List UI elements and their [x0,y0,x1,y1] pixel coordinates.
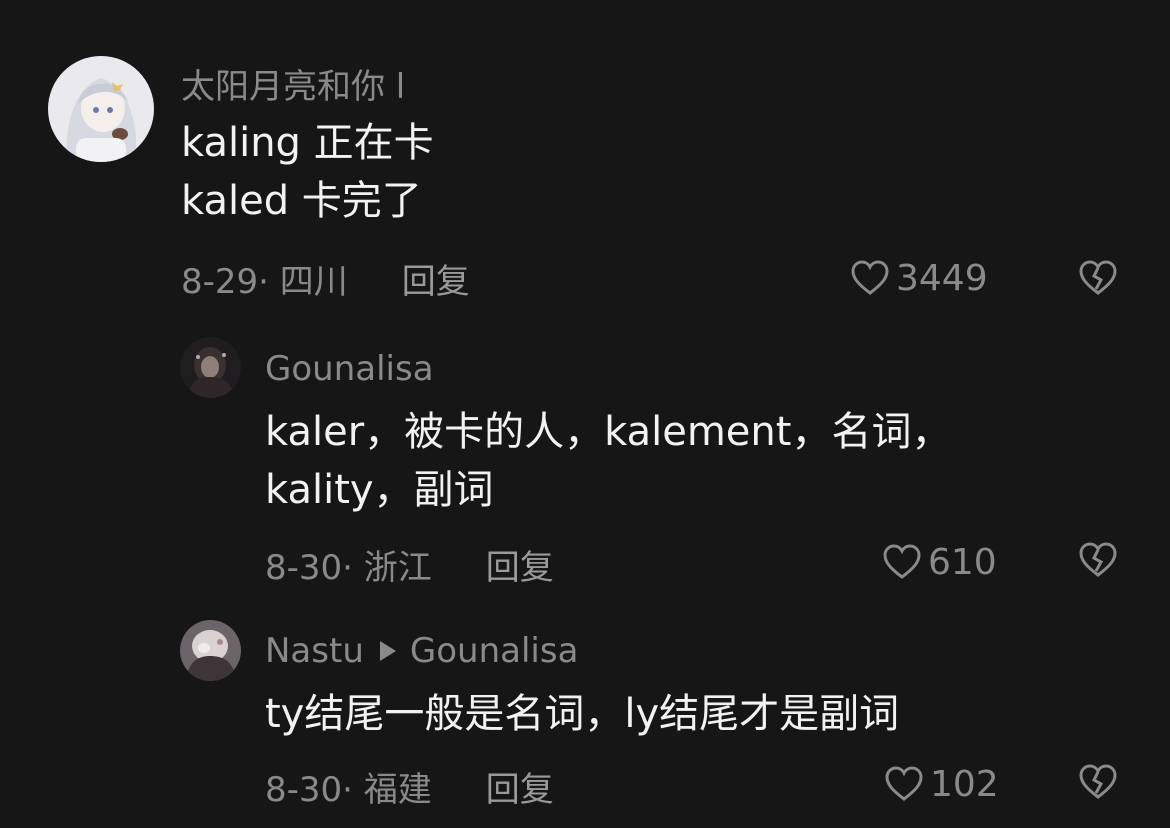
avatar-image [48,56,154,162]
comment-line: ty结尾一般是名词，ly结尾才是副词 [265,691,900,737]
like-count: 3449 [896,257,988,299]
date-location: 8-29· 四川 [181,261,348,302]
like-button[interactable]: 3449 [850,256,988,300]
username-text[interactable]: Gounalisa [265,349,434,389]
like-button[interactable]: 610 [882,540,997,584]
like-count: 610 [928,541,997,583]
username[interactable]: Nastu Gounalisa [265,628,578,674]
comment-meta: 8-29· 四川 回复 [181,254,470,303]
broken-heart-icon [1079,260,1117,295]
like-count: 102 [930,763,999,805]
reply-to-username[interactable]: Gounalisa [410,631,579,671]
dislike-button[interactable] [1078,259,1118,297]
reply-button[interactable]: 回复 [486,762,554,811]
date-location: 8-30· 浙江 [265,547,432,588]
comment-meta: 8-30· 福建 回复 [265,762,554,811]
heart-outline-icon [885,766,923,801]
avatar[interactable] [180,620,241,681]
reply-button[interactable]: 回复 [486,540,554,589]
username[interactable]: 太阳月亮和你 l [181,59,405,108]
username-text[interactable]: Nastu [265,631,364,671]
reply-to-arrow-icon [379,641,396,661]
comment-body: ty结尾一般是名词，ly结尾才是副词 [265,685,899,743]
dislike-button[interactable] [1078,541,1118,579]
heart-outline-icon [851,260,889,295]
avatar-image [180,620,241,681]
comment-meta: 8-30· 浙江 回复 [265,540,554,589]
avatar[interactable] [48,56,154,162]
comment-line: kaler，被卡的人，kalement，名词， [265,409,952,455]
date-location: 8-30· 福建 [265,769,432,810]
username-text[interactable]: 太阳月亮和你 l [181,59,405,108]
avatar[interactable] [180,337,241,398]
broken-heart-icon [1079,542,1117,577]
broken-heart-icon [1079,764,1117,799]
avatar-image [180,337,241,398]
comment-line: kality，副词 [265,467,494,513]
comment-line: kaled 卡完了 [181,178,422,224]
like-button[interactable]: 102 [884,762,999,806]
comment-body: kaling 正在卡 kaled 卡完了 [181,114,434,230]
comment-line: kaling 正在卡 [181,120,434,166]
username[interactable]: Gounalisa [265,346,434,392]
dislike-button[interactable] [1078,763,1118,801]
comment-body: kaler，被卡的人，kalement，名词， kality，副词 [265,403,951,519]
heart-outline-icon [883,544,921,579]
reply-button[interactable]: 回复 [402,254,470,303]
